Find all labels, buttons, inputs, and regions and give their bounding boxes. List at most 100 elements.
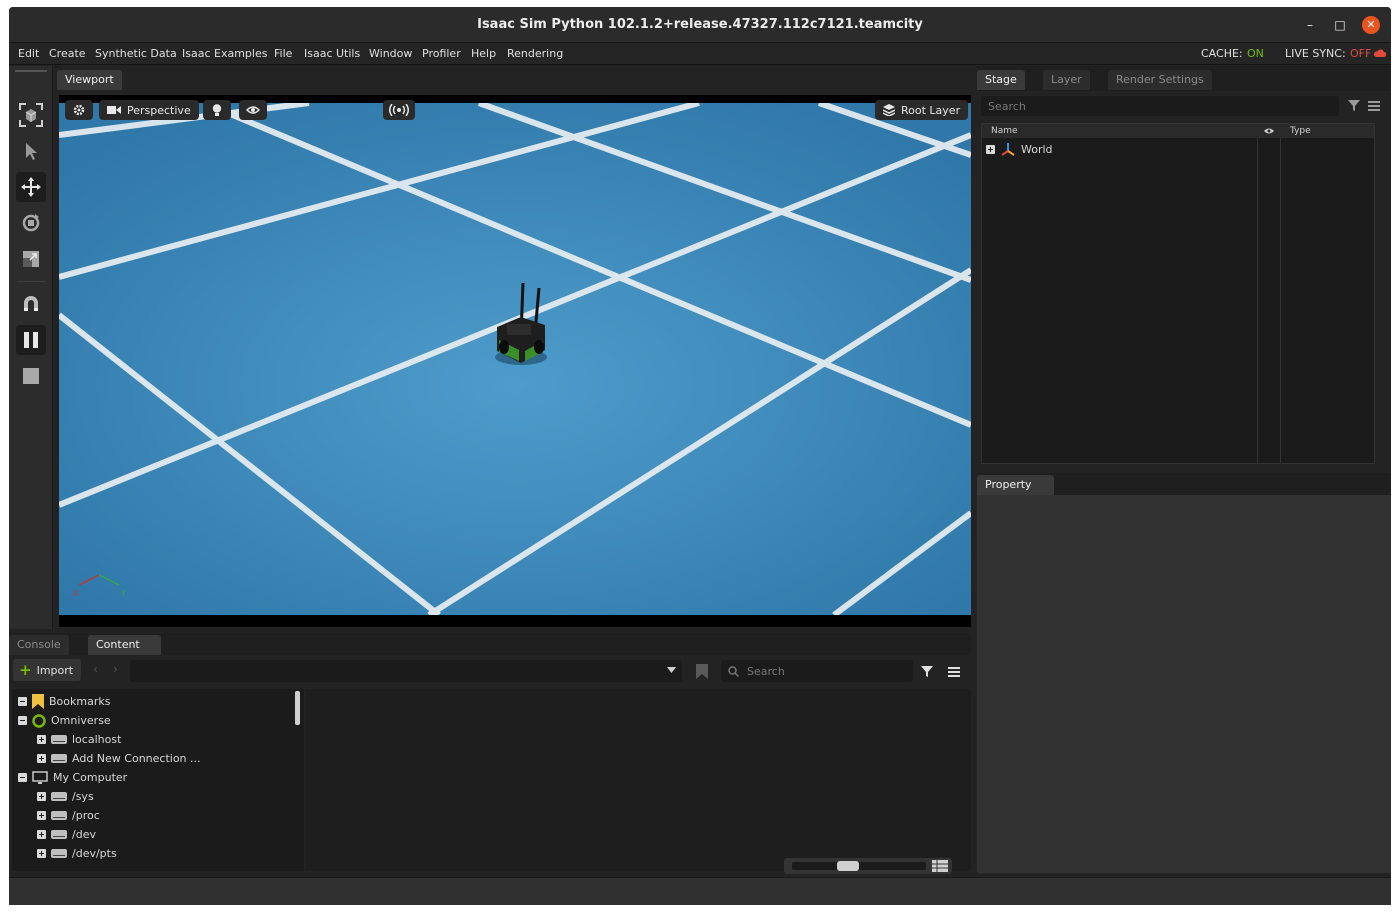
expand-icon[interactable]: [37, 792, 46, 801]
cloud-icon[interactable]: [1373, 48, 1386, 58]
stage-search-input[interactable]: Search: [981, 96, 1339, 116]
menu-rendering[interactable]: Rendering: [507, 47, 563, 60]
maximize-icon[interactable]: □: [1331, 16, 1349, 34]
cache-status[interactable]: ON: [1247, 47, 1264, 60]
menu-isaac-utils[interactable]: Isaac Utils: [304, 47, 360, 60]
move-tool-icon[interactable]: [16, 172, 46, 202]
tree-item-omniverse[interactable]: Omniverse: [18, 711, 111, 730]
stage-tree-header: [982, 124, 1374, 138]
bookmark-icon[interactable]: [696, 664, 708, 679]
tab-viewport[interactable]: Viewport: [57, 70, 122, 90]
pointer-icon[interactable]: [16, 136, 46, 166]
thumbnail-size-slider[interactable]: [792, 862, 926, 870]
content-search-placeholder: Search: [747, 664, 785, 678]
snap-magnet-icon[interactable]: [16, 289, 46, 319]
live-sync-status[interactable]: OFF: [1350, 47, 1371, 60]
stage-tree: Name Type World: [981, 123, 1375, 464]
content-search-input[interactable]: Search: [721, 660, 913, 682]
tree-item-localhost[interactable]: localhost: [37, 730, 121, 749]
scale-tool-icon[interactable]: [16, 244, 46, 274]
tab-content[interactable]: Content: [88, 635, 161, 655]
server-drive-icon: [51, 735, 67, 744]
root-layer-button[interactable]: Root Layer: [875, 100, 969, 120]
menu-help[interactable]: Help: [471, 47, 496, 60]
collapse-icon[interactable]: [18, 716, 27, 725]
tree-item-dev[interactable]: /dev: [37, 825, 96, 844]
visibility-column-eye-icon[interactable]: [1263, 127, 1275, 135]
viewport-settings-button[interactable]: [65, 100, 93, 120]
menu-file[interactable]: File: [274, 47, 292, 60]
menu-icon[interactable]: [1368, 101, 1380, 111]
expand-icon[interactable]: [37, 811, 46, 820]
omniverse-logo-icon: [32, 713, 46, 728]
menu-synthetic-data[interactable]: Synthetic Data: [95, 47, 177, 60]
visibility-button[interactable]: [239, 100, 267, 120]
collapse-icon[interactable]: [18, 773, 27, 782]
expand-icon[interactable]: [37, 830, 46, 839]
menu-bar: Edit Create Synthetic Data Isaac Example…: [9, 43, 1391, 65]
filter-icon[interactable]: [1348, 100, 1360, 111]
select-mode-icon[interactable]: [16, 100, 46, 130]
lighting-button[interactable]: [203, 100, 231, 120]
video-camera-icon: [107, 106, 121, 114]
tree-item-label: My Computer: [53, 771, 128, 784]
forward-icon[interactable]: ›: [113, 662, 118, 676]
expand-icon[interactable]: [37, 754, 46, 763]
tab-property[interactable]: Property: [977, 475, 1054, 495]
window-title: Isaac Sim Python 102.1.2+release.47327.1…: [477, 17, 923, 32]
collapse-icon[interactable]: [18, 697, 27, 706]
dropdown-chevron-icon[interactable]: [667, 667, 676, 673]
toolbar-divider: [17, 281, 45, 282]
stop-icon[interactable]: [16, 361, 46, 391]
plus-icon: +: [19, 661, 32, 679]
toolbar-grip[interactable]: [15, 70, 47, 72]
close-icon[interactable]: ✕: [1362, 16, 1380, 34]
viewport[interactable]: X Y Perspective Root Layer: [59, 95, 971, 627]
tree-item-label: Omniverse: [51, 714, 111, 727]
stage-panel: Search Name Type World: [977, 91, 1391, 468]
tree-item-label: Add New Connection ...: [72, 752, 201, 765]
lightbulb-icon: [212, 103, 222, 116]
stage-item-world[interactable]: World: [986, 141, 1053, 157]
grid-view-icon[interactable]: [932, 860, 948, 872]
stage-item-label: World: [1021, 142, 1053, 156]
menu-edit[interactable]: Edit: [18, 47, 39, 60]
tree-item-add-connection[interactable]: Add New Connection ...: [37, 749, 201, 768]
status-bar: [9, 877, 1391, 905]
pause-icon[interactable]: [16, 325, 46, 355]
content-menu-icon[interactable]: [948, 667, 960, 677]
tree-item-dev-pts[interactable]: /dev/pts: [37, 844, 117, 863]
minimize-icon[interactable]: –: [1301, 16, 1319, 34]
expand-icon[interactable]: [986, 144, 995, 154]
rotate-tool-icon[interactable]: [16, 208, 46, 238]
path-field[interactable]: [130, 660, 682, 682]
tab-layer[interactable]: Layer: [1043, 70, 1090, 90]
menu-isaac-examples[interactable]: Isaac Examples: [182, 47, 267, 60]
import-button[interactable]: + Import: [13, 659, 81, 681]
title-bar[interactable]: Isaac Sim Python 102.1.2+release.47327.1…: [9, 7, 1391, 43]
tab-console[interactable]: Console: [9, 635, 69, 655]
back-icon[interactable]: ‹: [93, 662, 98, 676]
expand-icon[interactable]: [37, 735, 46, 744]
content-tree: Bookmarks Omniverse localhost Add New Co…: [12, 689, 304, 871]
tree-item-my-computer[interactable]: My Computer: [18, 768, 127, 787]
column-name[interactable]: Name: [991, 126, 1018, 136]
column-type[interactable]: Type: [1290, 126, 1311, 136]
tree-item-bookmarks[interactable]: Bookmarks: [18, 692, 110, 711]
drive-icon: [51, 792, 67, 801]
menu-create[interactable]: Create: [49, 47, 86, 60]
tree-scrollbar[interactable]: [295, 691, 300, 725]
tree-item-sys[interactable]: /sys: [37, 787, 94, 806]
live-stream-button[interactable]: [383, 100, 415, 120]
property-panel: [977, 495, 1391, 873]
menu-window[interactable]: Window: [369, 47, 412, 60]
thumbnail-size-handle[interactable]: [837, 861, 859, 871]
tab-render-settings[interactable]: Render Settings: [1108, 70, 1212, 90]
expand-icon[interactable]: [37, 849, 46, 858]
tab-stage[interactable]: Stage: [977, 70, 1025, 90]
camera-selector-button[interactable]: Perspective: [99, 100, 199, 120]
content-files-area[interactable]: [306, 689, 971, 871]
menu-profiler[interactable]: Profiler: [422, 47, 461, 60]
tree-item-proc[interactable]: /proc: [37, 806, 100, 825]
content-filter-icon[interactable]: [921, 666, 933, 677]
